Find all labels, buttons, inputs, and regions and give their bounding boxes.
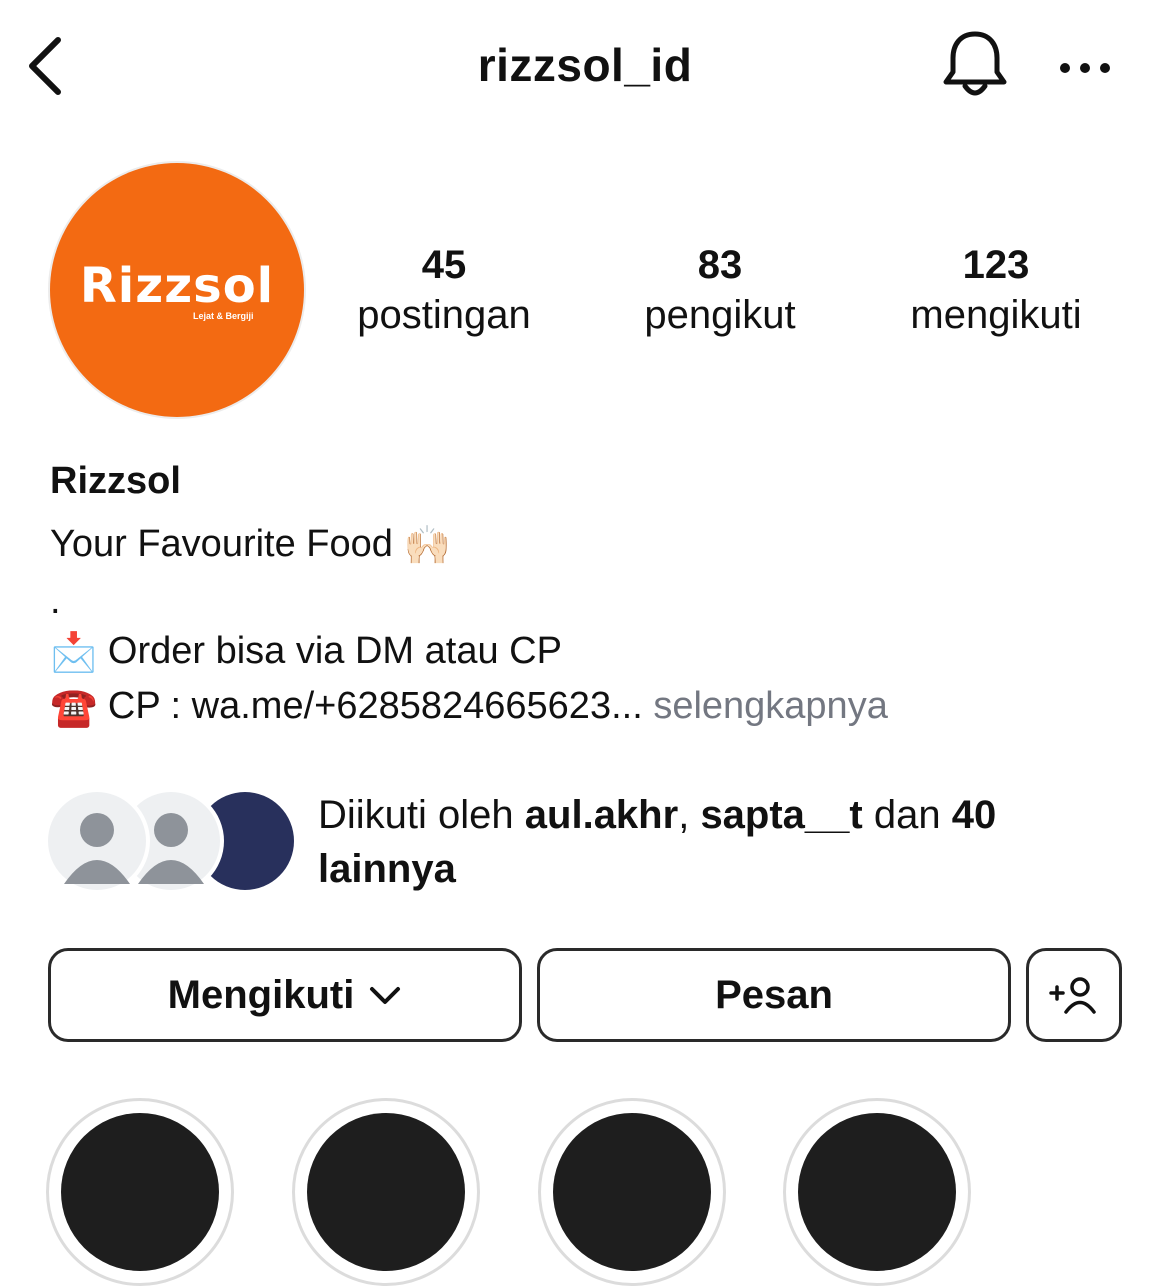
highlight-cover-2 (307, 1113, 465, 1271)
highlight-cover-3 (553, 1113, 711, 1271)
bell-icon (943, 31, 1007, 96)
follower-avatar-1[interactable] (48, 792, 146, 890)
stat-posts[interactable]: 45 postingan (319, 240, 569, 340)
followed-by-user-1: aul.akhr (524, 793, 679, 837)
chevron-down-icon (370, 987, 401, 1004)
followed-by-prefix: Diikuti oleh (318, 793, 514, 837)
bio-line-3: 📩 Order bisa via DM atau CP (50, 628, 562, 676)
followed-by-text[interactable]: Diikuti oleh aul.akhr, sapta__t dan 40 l… (318, 788, 1118, 896)
bio-line-1-text: Your Favourite Food (50, 523, 393, 565)
following-button-label: Mengikuti (167, 972, 355, 1017)
story-highlight-3[interactable] (538, 1098, 726, 1286)
story-highlight-4[interactable] (783, 1098, 971, 1286)
posts-count: 45 (421, 243, 467, 287)
telephone-icon: ☎️ (50, 686, 98, 729)
avatar-tagline: Lejat & Bergiji (193, 311, 254, 321)
bio-line-1: Your Favourite Food 🙌🏻 (50, 521, 451, 569)
default-user-icon (64, 813, 130, 884)
followed-by-user-2: sapta__t (700, 793, 863, 837)
highlight-cover-1 (61, 1113, 219, 1271)
notification-button[interactable] (940, 28, 1010, 104)
following-count: 123 (962, 243, 1030, 287)
followed-by-separator: , (678, 793, 690, 837)
suggest-users-button[interactable] (1026, 948, 1122, 1042)
following-button[interactable]: Mengikuti (48, 948, 522, 1042)
profile-avatar[interactable]: Rizzsol Lejat & Bergiji (50, 163, 304, 417)
profile-display-name: Rizzsol (50, 460, 181, 502)
add-user-icon (1049, 977, 1096, 1014)
see-more-link[interactable]: selengkapnya (653, 685, 888, 727)
posts-label: postingan (357, 293, 531, 337)
following-label: mengikuti (910, 293, 1082, 337)
message-button-label: Pesan (715, 972, 833, 1017)
followed-by-count: 40 (951, 793, 997, 837)
story-highlight-2[interactable] (292, 1098, 480, 1286)
more-horizontal-icon (1060, 63, 1110, 73)
followers-count: 83 (697, 243, 743, 287)
more-options-button[interactable] (1055, 50, 1115, 86)
highlight-cover-4 (798, 1113, 956, 1271)
raising-hands-icon: 🙌🏻 (403, 524, 451, 567)
envelope-arrow-icon: 📩 (50, 631, 98, 674)
message-button[interactable]: Pesan (537, 948, 1011, 1042)
stat-followers[interactable]: 83 pengikut (595, 240, 845, 340)
bio-line-4-text: CP : wa.me/+6285824665623... (107, 685, 643, 727)
stat-following[interactable]: 123 mengikuti (871, 240, 1121, 340)
followers-label: pengikut (644, 293, 796, 337)
followed-by-suffix: lainnya (318, 847, 456, 891)
bio-line-3-text: Order bisa via DM atau CP (107, 630, 562, 672)
avatar-logo-text: Rizzsol (79, 258, 275, 314)
story-highlight-1[interactable] (46, 1098, 234, 1286)
bio-line-2: . (50, 580, 61, 622)
followed-by-middle: dan (873, 793, 941, 837)
bio-line-4: ☎️ CP : wa.me/+6285824665623... selengka… (50, 683, 888, 731)
